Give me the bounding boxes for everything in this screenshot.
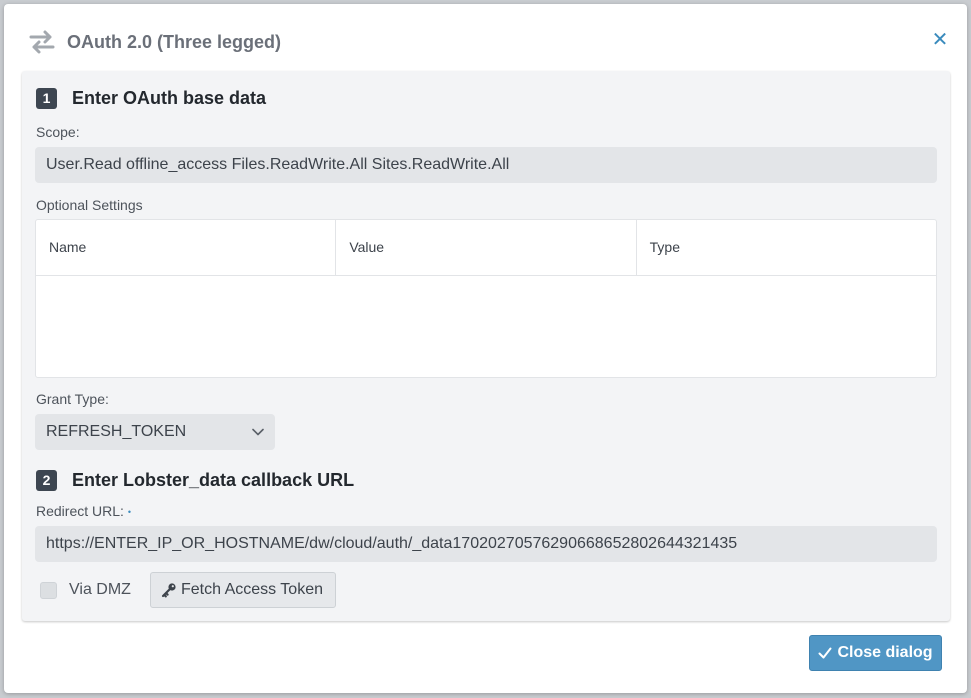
check-icon (818, 647, 832, 659)
required-marker: • (127, 507, 132, 518)
swap-arrows-icon (29, 30, 55, 54)
dialog-title: OAuth 2.0 (Three legged) (67, 32, 282, 52)
oauth-form-panel: 1 Enter OAuth base data Scope: User.Read… (22, 71, 950, 621)
step-2-title: Enter Lobster_data callback URL (72, 469, 355, 490)
close-icon[interactable]: ✕ (929, 29, 951, 51)
step-1-title: Enter OAuth base data (72, 87, 267, 108)
column-header-type[interactable]: Type (637, 220, 936, 275)
redirect-url-input[interactable]: https://ENTER_IP_OR_HOSTNAME/dw/cloud/au… (35, 526, 937, 562)
close-dialog-button[interactable]: Close dialog (809, 635, 942, 671)
table-body[interactable] (36, 276, 936, 378)
grant-type-label: Grant Type: (36, 391, 109, 407)
step-2-badge: 2 (36, 469, 57, 491)
via-dmz-checkbox[interactable] (40, 581, 57, 599)
chevron-down-icon (252, 428, 264, 436)
step-2-header: 2 Enter Lobster_data callback URL (36, 469, 354, 491)
optional-settings-label: Optional Settings (36, 197, 143, 213)
column-header-name[interactable]: Name (36, 220, 337, 275)
column-header-value[interactable]: Value (336, 220, 637, 275)
scope-input[interactable]: User.Read offline_access Files.ReadWrite… (35, 147, 937, 183)
dialog-header: OAuth 2.0 (Three legged) ✕ (4, 4, 967, 70)
redirect-url-label-text: Redirect URL: (36, 503, 124, 519)
via-dmz-option: Via DMZ (40, 581, 131, 599)
grant-type-value: REFRESH_TOKEN (46, 423, 187, 440)
table-header: Name Value Type (36, 220, 936, 276)
step-1-header: 1 Enter OAuth base data (36, 87, 266, 109)
optional-settings-table: Name Value Type (35, 219, 937, 378)
oauth-dialog: OAuth 2.0 (Three legged) ✕ 1 Enter OAuth… (4, 4, 967, 693)
fetch-access-token-button[interactable]: Fetch Access Token (150, 572, 336, 608)
step-1-badge: 1 (36, 87, 57, 109)
via-dmz-label[interactable]: Via DMZ (69, 581, 131, 599)
scope-label: Scope: (36, 124, 80, 140)
fetch-access-token-label: Fetch Access Token (181, 581, 323, 598)
key-icon (161, 583, 176, 598)
grant-type-select[interactable]: REFRESH_TOKEN (35, 414, 275, 450)
redirect-url-label: Redirect URL: • (36, 503, 131, 519)
close-dialog-label: Close dialog (837, 644, 933, 661)
